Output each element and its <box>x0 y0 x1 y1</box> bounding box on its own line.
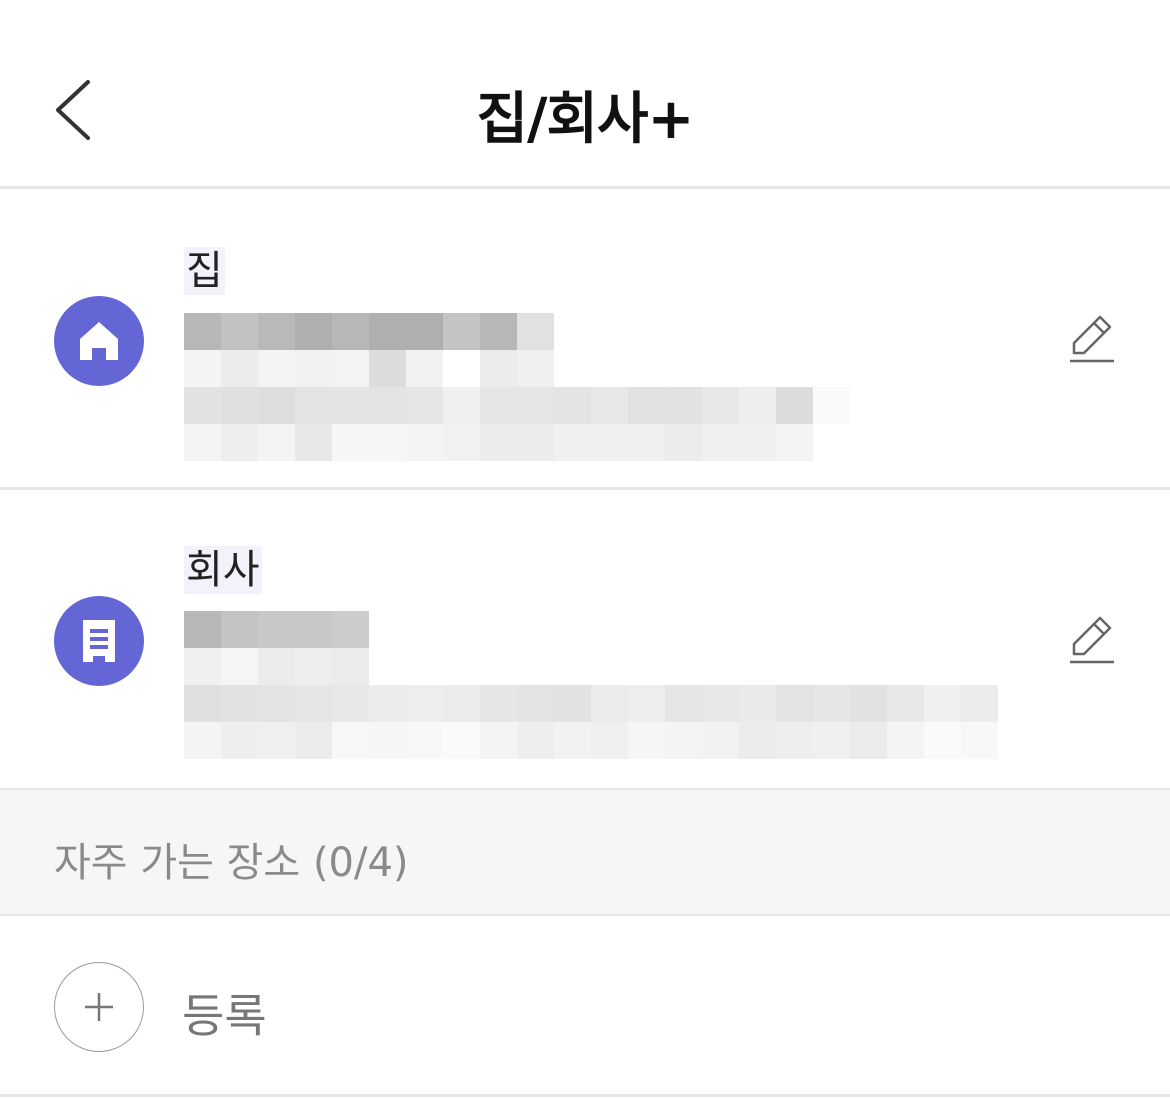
place-row-home[interactable]: 집 <box>0 189 1170 487</box>
building-icon <box>54 596 144 686</box>
add-place-row[interactable] <box>0 916 1170 1092</box>
address-redacted-home <box>184 313 850 461</box>
bottom-divider <box>0 1094 1170 1097</box>
place-label-home: 집 <box>184 247 225 295</box>
edit-company-button[interactable] <box>1064 612 1120 668</box>
frequent-places-title: 자주 가는 장소 (0/4) <box>54 840 409 886</box>
place-label-company: 회사 <box>184 546 262 594</box>
home-icon <box>54 296 144 386</box>
place-row-company[interactable]: 회사 <box>0 490 1170 788</box>
page-title: 집/회사+ <box>476 87 695 152</box>
app-header: 집/회사+ <box>0 0 1170 186</box>
edit-home-button[interactable] <box>1064 311 1120 367</box>
plus-icon <box>85 993 113 1021</box>
pencil-icon <box>1070 616 1114 664</box>
address-redacted-company <box>184 611 998 759</box>
add-place-label[interactable]: 등록 <box>182 980 267 1046</box>
pencil-icon <box>1070 315 1114 363</box>
add-place-button[interactable] <box>54 962 144 1052</box>
